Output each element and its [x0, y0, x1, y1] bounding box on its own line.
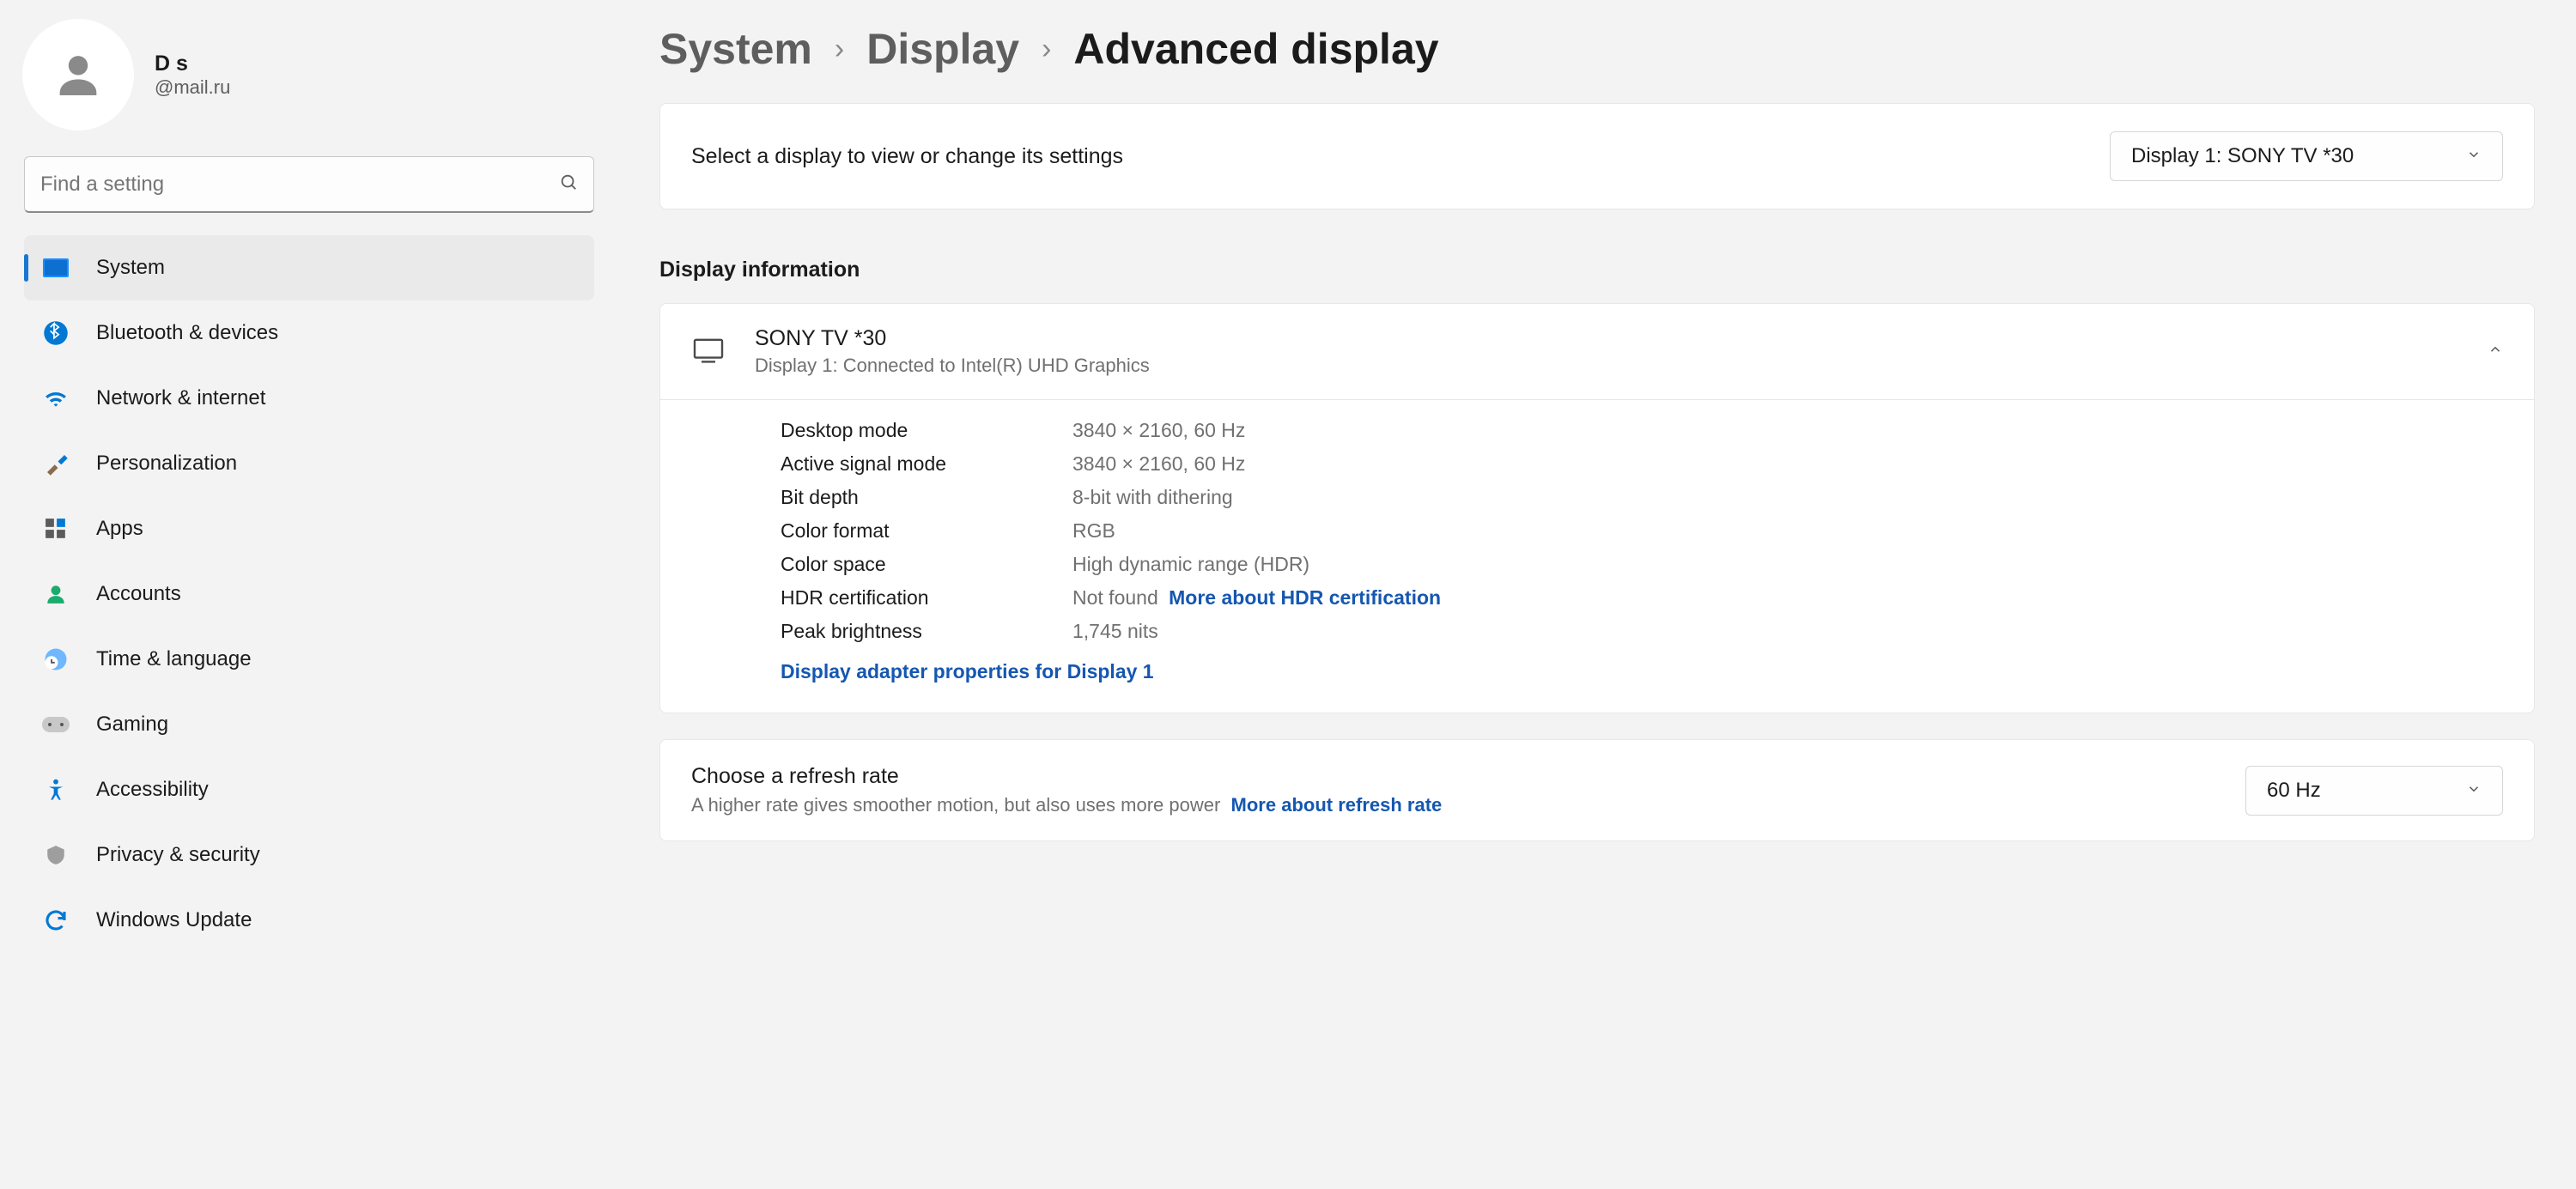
- system-icon: [41, 258, 70, 277]
- sidebar-item-time[interactable]: Time & language: [24, 627, 594, 692]
- sidebar-item-apps[interactable]: Apps: [24, 496, 594, 561]
- info-row: HDR certification Not found More about H…: [781, 581, 2503, 615]
- profile-block[interactable]: D s @mail.ru: [12, 10, 606, 139]
- gamepad-icon: [41, 715, 70, 734]
- sidebar-item-accounts[interactable]: Accounts: [24, 561, 594, 627]
- search-input[interactable]: [40, 173, 559, 197]
- display-selector-card: Select a display to view or change its s…: [659, 103, 2535, 209]
- dropdown-value: 60 Hz: [2267, 779, 2321, 803]
- person-icon: [41, 581, 70, 607]
- display-adapter-link[interactable]: Display adapter properties for Display 1: [781, 660, 1154, 682]
- clock-globe-icon: [41, 646, 70, 672]
- sidebar: D s @mail.ru System Bluetooth & dev: [0, 0, 618, 1189]
- avatar: [22, 19, 134, 130]
- sidebar-item-personalization[interactable]: Personalization: [24, 431, 594, 496]
- chevron-right-icon: ›: [835, 33, 844, 66]
- nav-label: Time & language: [96, 647, 252, 671]
- chevron-right-icon: ›: [1042, 33, 1051, 66]
- display-subtitle: Display 1: Connected to Intel(R) UHD Gra…: [755, 355, 1150, 377]
- info-row: Peak brightness 1,745 nits: [781, 615, 2503, 648]
- sidebar-item-update[interactable]: Windows Update: [24, 888, 594, 953]
- monitor-icon: [691, 336, 726, 368]
- sidebar-item-privacy[interactable]: Privacy & security: [24, 822, 594, 888]
- main-content: System › Display › Advanced display Sele…: [618, 0, 2576, 1189]
- sidebar-nav: System Bluetooth & devices Network & int…: [0, 235, 618, 953]
- profile-email: @mail.ru: [155, 76, 230, 99]
- section-heading-display-info: Display information: [659, 258, 2535, 282]
- refresh-sub: A higher rate gives smoother motion, but…: [691, 794, 1220, 816]
- chevron-down-icon: [2466, 144, 2482, 168]
- nav-label: Network & internet: [96, 386, 265, 410]
- info-row: Active signal mode 3840 × 2160, 60 Hz: [781, 447, 2503, 481]
- info-row: Bit depth 8-bit with dithering: [781, 481, 2503, 514]
- breadcrumb-system[interactable]: System: [659, 24, 812, 74]
- dropdown-value: Display 1: SONY TV *30: [2131, 144, 2354, 168]
- display-name: SONY TV *30: [755, 326, 1150, 351]
- paintbrush-icon: [41, 451, 70, 476]
- nav-label: System: [96, 256, 165, 280]
- chevron-up-icon: [2488, 342, 2503, 362]
- display-info-table: Desktop mode 3840 × 2160, 60 Hz Active s…: [660, 400, 2534, 713]
- nav-label: Windows Update: [96, 908, 252, 932]
- breadcrumb-display[interactable]: Display: [866, 24, 1019, 74]
- wifi-icon: [41, 388, 70, 409]
- accessibility-icon: [41, 776, 70, 804]
- sidebar-item-network[interactable]: Network & internet: [24, 366, 594, 431]
- sidebar-item-accessibility[interactable]: Accessibility: [24, 757, 594, 822]
- refresh-rate-link[interactable]: More about refresh rate: [1231, 794, 1443, 816]
- bluetooth-icon: [41, 320, 70, 346]
- nav-label: Gaming: [96, 713, 168, 737]
- nav-label: Apps: [96, 517, 143, 541]
- apps-icon: [41, 518, 70, 540]
- nav-label: Accessibility: [96, 778, 209, 802]
- info-row: Desktop mode 3840 × 2160, 60 Hz: [781, 414, 2503, 447]
- display-info-card: SONY TV *30 Display 1: Connected to Inte…: [659, 303, 2535, 713]
- profile-name: D s: [155, 52, 230, 76]
- refresh-title: Choose a refresh rate: [691, 764, 1442, 789]
- sidebar-item-system[interactable]: System: [24, 235, 594, 300]
- display-selector-label: Select a display to view or change its s…: [691, 144, 1123, 169]
- nav-label: Privacy & security: [96, 843, 260, 867]
- sidebar-item-gaming[interactable]: Gaming: [24, 692, 594, 757]
- display-selector-dropdown[interactable]: Display 1: SONY TV *30: [2110, 131, 2503, 181]
- breadcrumb-current: Advanced display: [1073, 24, 1438, 74]
- info-row: Color space High dynamic range (HDR): [781, 548, 2503, 581]
- nav-label: Bluetooth & devices: [96, 321, 278, 345]
- info-row: Color format RGB: [781, 514, 2503, 548]
- refresh-rate-dropdown[interactable]: 60 Hz: [2245, 766, 2503, 816]
- search-box[interactable]: [24, 156, 594, 213]
- nav-label: Accounts: [96, 582, 181, 606]
- refresh-rate-card: Choose a refresh rate A higher rate give…: [659, 739, 2535, 841]
- update-icon: [41, 907, 70, 933]
- shield-icon: [41, 842, 70, 868]
- chevron-down-icon: [2466, 779, 2482, 803]
- display-info-header[interactable]: SONY TV *30 Display 1: Connected to Inte…: [660, 304, 2534, 400]
- breadcrumb: System › Display › Advanced display: [659, 24, 2535, 74]
- search-icon: [559, 173, 578, 197]
- nav-label: Personalization: [96, 452, 237, 476]
- sidebar-item-bluetooth[interactable]: Bluetooth & devices: [24, 300, 594, 366]
- hdr-cert-link[interactable]: More about HDR certification: [1169, 586, 1441, 609]
